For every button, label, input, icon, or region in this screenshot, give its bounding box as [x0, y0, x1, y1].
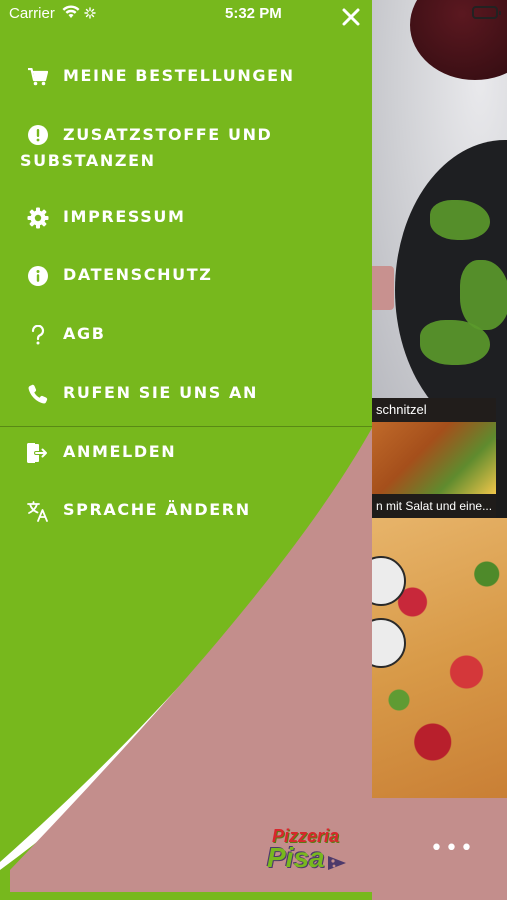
product-card-description: n mit Salat und eine... [372, 494, 496, 518]
salad-leaf [420, 320, 490, 365]
close-icon[interactable] [340, 6, 362, 28]
translate-icon [27, 500, 49, 522]
wifi-icon [62, 5, 80, 18]
phone-icon [27, 383, 49, 405]
menu-item-label: IMPRESSUM [63, 207, 186, 226]
status-bar: Carrier 5:32 PM [0, 0, 372, 30]
clock: 5:32 PM [225, 5, 282, 22]
menu-item-label: SPRACHE ÄNDERN [63, 500, 251, 519]
menu-item-login[interactable]: ANMELDEN [0, 439, 372, 467]
menu-item-imprint[interactable]: IMPRESSUM [0, 204, 372, 232]
cart-icon [27, 66, 49, 88]
menu-item-label: AGB [63, 324, 106, 343]
pizza-slice-icon [328, 856, 346, 870]
menu-item-privacy[interactable]: DATENSCHUTZ [0, 262, 372, 290]
menu-item-label: DATENSCHUTZ [63, 265, 213, 284]
activity-spinner-icon [84, 7, 96, 19]
menu-item-call-us[interactable]: RUFEN SIE UNS AN [0, 380, 372, 408]
navigation-drawer: Carrier 5:32 PM MEINE BESTELLUNGEN ZUSAT… [0, 0, 372, 900]
pizzeria-pisa-logo: Pizzeria Pisa [262, 826, 354, 878]
menu-item-label: MEINE BESTELLUNGEN [63, 66, 295, 85]
info-circle-icon [27, 265, 49, 287]
gear-icon [27, 207, 49, 229]
question-icon [27, 324, 49, 346]
battery-icon [472, 6, 501, 19]
menu-item-label: ZUSATZSTOFFE UND SUBSTANZEN [20, 125, 273, 170]
bottom-strip [0, 893, 372, 900]
menu-item-my-orders[interactable]: MEINE BESTELLUNGEN [0, 63, 372, 91]
salad-leaf [430, 200, 490, 240]
login-icon [27, 442, 49, 464]
menu-item-terms[interactable]: AGB [0, 321, 372, 349]
more-options-button[interactable]: ••• [430, 836, 475, 861]
menu-item-change-language[interactable]: SPRACHE ÄNDERN [0, 497, 372, 525]
product-card-image [372, 422, 496, 494]
menu-divider [0, 426, 372, 427]
product-card-title: schnitzel [372, 398, 496, 422]
menu-item-label: ANMELDEN [63, 442, 177, 461]
logo-line2: Pisa [267, 842, 325, 873]
salad-leaf [460, 260, 507, 330]
background-tab [372, 266, 394, 310]
menu-item-label: RUFEN SIE UNS AN [63, 383, 258, 402]
menu-item-additives[interactable]: ZUSATZSTOFFE UND SUBSTANZEN [0, 121, 372, 173]
carrier-label: Carrier [9, 5, 55, 22]
